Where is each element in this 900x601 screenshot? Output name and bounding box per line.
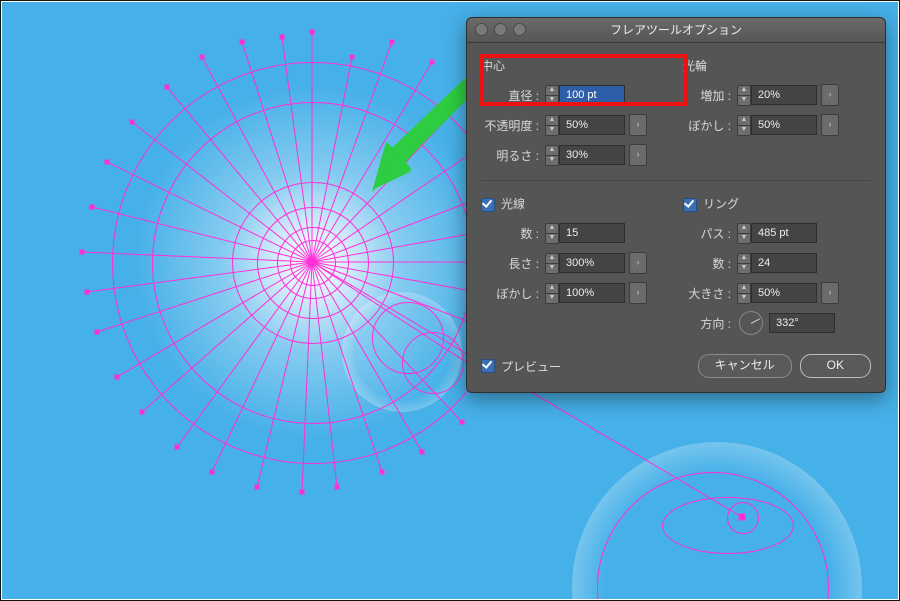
checkbox-preview[interactable] — [481, 359, 495, 373]
anchor-point[interactable] — [420, 450, 425, 455]
anchor-point[interactable] — [460, 420, 465, 425]
anchor-point[interactable] — [380, 470, 385, 475]
halo-fuzz-flyout[interactable]: › — [821, 114, 839, 136]
group-center-title: 中心 — [481, 57, 669, 74]
input-diameter[interactable]: 100 pt — [559, 85, 625, 105]
ring-size-flyout[interactable]: › — [821, 282, 839, 304]
label-diameter: 直径 : — [481, 87, 545, 104]
label-ring-size: 大きさ : — [683, 285, 737, 302]
stepper-halo-fuzz[interactable]: ▲▼ — [737, 115, 751, 136]
input-ring-size[interactable]: 50% — [751, 283, 817, 303]
stepper-ring-size[interactable]: ▲▼ — [737, 283, 751, 304]
anchor-point[interactable] — [105, 160, 110, 165]
label-fuzz: ぼかし : — [683, 117, 737, 134]
label-brightness: 明るさ : — [481, 147, 545, 164]
anchor-point[interactable] — [210, 470, 215, 475]
stepper-ring-path[interactable]: ▲▼ — [737, 223, 751, 244]
anchor-point[interactable] — [310, 30, 315, 35]
dialog-titlebar[interactable]: フレアツールオプション — [467, 18, 885, 43]
stepper-ring-count[interactable]: ▲▼ — [737, 253, 751, 274]
anchor-point[interactable] — [390, 40, 395, 45]
label-preview: プレビュー — [501, 358, 561, 375]
stepper-opacity[interactable]: ▲▼ — [545, 115, 559, 136]
input-brightness[interactable]: 30% — [559, 145, 625, 165]
anchor-point[interactable] — [350, 55, 355, 60]
anchor-point[interactable] — [300, 490, 305, 495]
anchor-point[interactable] — [200, 55, 205, 60]
stepper-brightness[interactable]: ▲▼ — [545, 145, 559, 166]
anchor-point[interactable] — [90, 205, 95, 210]
checkbox-rings[interactable] — [683, 198, 697, 212]
minimize-icon[interactable] — [494, 23, 507, 36]
group-halo-title: 光輪 — [683, 57, 871, 74]
anchor-point[interactable] — [95, 330, 100, 335]
label-ring-count: 数 : — [683, 255, 737, 272]
anchor-point[interactable] — [85, 290, 90, 295]
ok-button[interactable]: OK — [800, 354, 871, 378]
anchor-point[interactable] — [80, 250, 85, 255]
divider — [481, 180, 871, 181]
cancel-button[interactable]: キャンセル — [698, 354, 792, 378]
label-ray-length: 長さ : — [481, 255, 545, 272]
zoom-icon[interactable] — [513, 23, 526, 36]
anchor-point[interactable] — [280, 35, 285, 40]
flare-options-dialog: フレアツールオプション 中心 直径 : ▲▼ 100 pt 不透明度 : ▲▼ … — [466, 17, 886, 393]
stepper-ray-length[interactable]: ▲▼ — [545, 253, 559, 274]
label-ray-count: 数 : — [481, 225, 545, 242]
anchor-point[interactable] — [175, 445, 180, 450]
label-ray-fuzz: ぼかし : — [481, 285, 545, 302]
input-ray-fuzz[interactable]: 100% — [559, 283, 625, 303]
group-rings-label: リング — [703, 197, 739, 211]
dialog-title: フレアツールオプション — [610, 23, 742, 37]
group-rings-title: リング — [683, 195, 871, 212]
input-ring-dir[interactable]: 332° — [769, 313, 835, 333]
label-growth: 増加 : — [683, 87, 737, 104]
traffic-lights — [475, 23, 526, 36]
input-ring-count[interactable]: 24 — [751, 253, 817, 273]
stepper-ray-fuzz[interactable]: ▲▼ — [545, 283, 559, 304]
anchor-ring-center[interactable] — [739, 514, 746, 521]
input-halo-fuzz[interactable]: 50% — [751, 115, 817, 135]
label-ring-dir: 方向 : — [683, 315, 737, 332]
input-ray-count[interactable]: 15 — [559, 223, 625, 243]
anchor-point[interactable] — [140, 410, 145, 415]
input-ring-path[interactable]: 485 pt — [751, 223, 817, 243]
group-rays-label: 光線 — [501, 197, 525, 211]
anchor-point[interactable] — [130, 120, 135, 125]
label-opacity: 不透明度 : — [481, 117, 545, 134]
group-rays-title: 光線 — [481, 195, 669, 212]
label-ring-path: パス : — [683, 225, 737, 242]
anchor-point[interactable] — [430, 60, 435, 65]
anchor-center[interactable] — [309, 259, 316, 266]
growth-flyout[interactable]: › — [821, 84, 839, 106]
brightness-flyout[interactable]: › — [629, 144, 647, 166]
ray-fuzz-flyout[interactable]: › — [629, 282, 647, 304]
angle-dial[interactable] — [739, 311, 763, 335]
close-icon[interactable] — [475, 23, 488, 36]
stepper-ray-count[interactable]: ▲▼ — [545, 223, 559, 244]
opacity-flyout[interactable]: › — [629, 114, 647, 136]
checkbox-rays[interactable] — [481, 198, 495, 212]
input-growth[interactable]: 20% — [751, 85, 817, 105]
stepper-diameter[interactable]: ▲▼ — [545, 85, 559, 106]
stepper-growth[interactable]: ▲▼ — [737, 85, 751, 106]
ray-length-flyout[interactable]: › — [629, 252, 647, 274]
anchor-point[interactable] — [255, 485, 260, 490]
anchor-point[interactable] — [335, 485, 340, 490]
anchor-point[interactable] — [240, 40, 245, 45]
input-opacity[interactable]: 50% — [559, 115, 625, 135]
anchor-point[interactable] — [115, 375, 120, 380]
input-ray-length[interactable]: 300% — [559, 253, 625, 273]
anchor-point[interactable] — [165, 85, 170, 90]
